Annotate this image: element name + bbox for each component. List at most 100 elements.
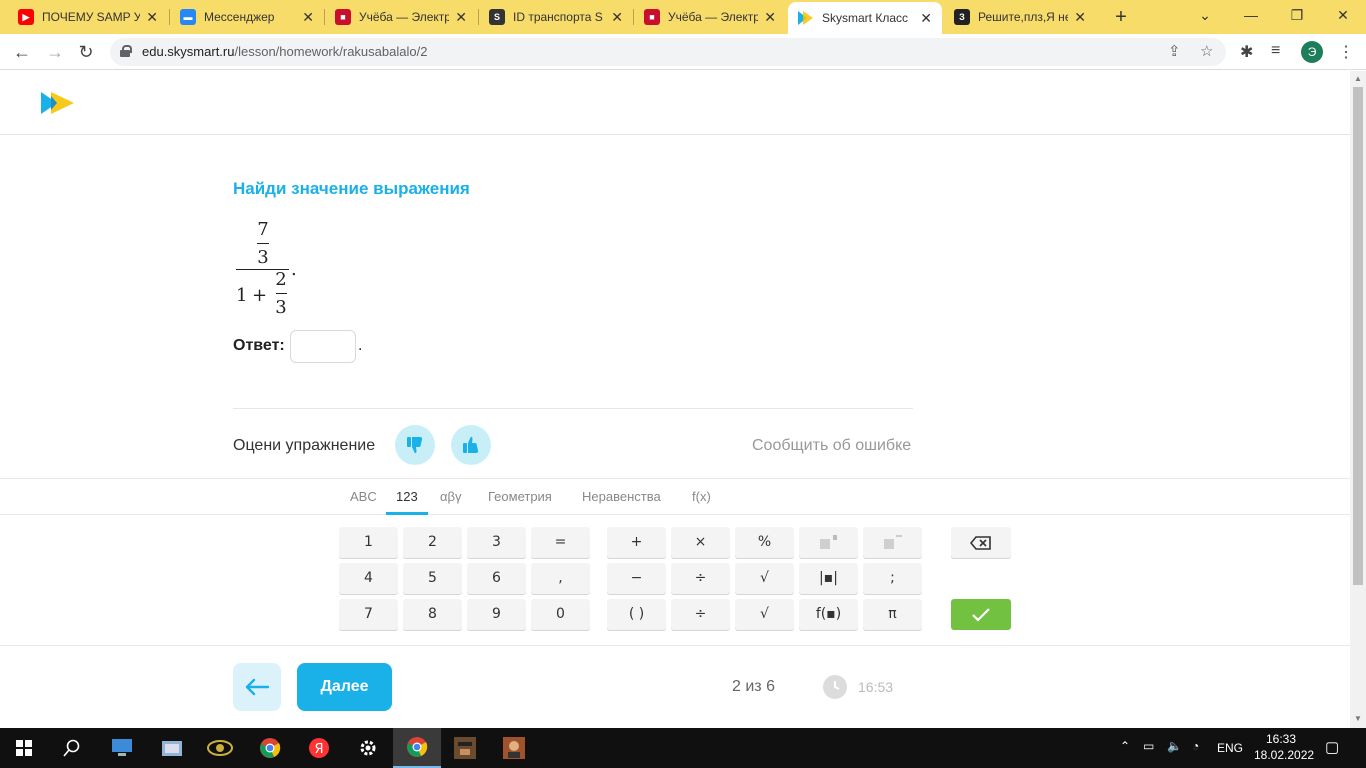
key-minus[interactable]: − (607, 563, 666, 594)
key-sqrt[interactable]: √ (735, 563, 794, 594)
backspace-button[interactable] (951, 527, 1011, 558)
notifications-icon[interactable]: ▢ (1325, 738, 1339, 756)
forward-arrow-icon[interactable]: → (43, 40, 67, 64)
kb-tab-inequalities[interactable]: Неравенства (582, 489, 661, 504)
browser-tab-4[interactable]: S ID транспорта S ✕ (479, 0, 633, 34)
key-multiply[interactable]: × (671, 527, 730, 558)
key-function[interactable]: f(▪) (799, 599, 858, 630)
start-windows-icon[interactable] (0, 728, 48, 768)
prev-task-button[interactable] (233, 663, 281, 711)
key-5[interactable]: 5 (403, 563, 462, 594)
game-app-icon[interactable] (441, 728, 489, 768)
key-6[interactable]: 6 (467, 563, 526, 594)
close-icon[interactable]: ✕ (1074, 9, 1086, 26)
browser-tab-7[interactable]: З Решите,плз,Я не ✕ (944, 0, 1096, 34)
reload-icon[interactable]: ↻ (74, 40, 98, 64)
close-icon[interactable]: ✕ (455, 9, 467, 26)
back-arrow-icon[interactable]: ← (10, 40, 34, 64)
menu-kebab-icon[interactable]: ⋮ (1338, 42, 1354, 62)
volume-icon[interactable]: 🔈 (1167, 739, 1182, 753)
next-button[interactable]: Далее (297, 663, 392, 711)
kb-tab-geometry[interactable]: Геометрия (488, 489, 552, 504)
network-icon[interactable]: ▭ (1143, 739, 1154, 753)
restore-button[interactable]: ❐ (1274, 0, 1320, 30)
key-divide[interactable]: ÷ (671, 563, 730, 594)
address-bar[interactable]: edu.skysmart.ru/lesson/homework/rakusaba… (110, 38, 1226, 66)
messenger-icon: ▬ (180, 9, 196, 25)
wifi-icon[interactable]: ◔ (1192, 739, 1199, 753)
browser-tab-6-active[interactable]: Skysmart Класс ✕ (788, 2, 942, 34)
thumbs-down-button[interactable] (395, 425, 435, 465)
thumbs-up-button[interactable] (451, 425, 491, 465)
key-8[interactable]: 8 (403, 599, 462, 630)
yandex-browser-icon[interactable]: Я (295, 728, 343, 768)
key-1[interactable]: 1 (339, 527, 398, 558)
bookmark-star-icon[interactable]: ☆ (1200, 42, 1213, 60)
key-pi[interactable]: π (863, 599, 922, 630)
windows-taskbar: Я ⌃ ▭ 🔈 ◔ ENG 16:33 18.02.2022 ▢ (0, 728, 1366, 768)
key-square[interactable] (799, 527, 858, 558)
key-parentheses[interactable]: ( ) (607, 599, 666, 630)
scroll-down-icon[interactable]: ▼ (1354, 714, 1362, 723)
media-queue-icon[interactable]: ≡ (1271, 42, 1280, 60)
profile-avatar[interactable]: Э (1301, 41, 1323, 63)
close-icon[interactable]: ✕ (146, 9, 158, 26)
game-app-icon-2[interactable] (490, 728, 538, 768)
file-explorer-icon[interactable] (148, 728, 196, 768)
site-header (0, 71, 1350, 135)
key-2[interactable]: 2 (403, 527, 462, 558)
key-comma[interactable]: , (531, 563, 590, 594)
key-power[interactable] (863, 527, 922, 558)
chrome-icon[interactable] (246, 728, 294, 768)
report-error-link[interactable]: Сообщить об ошибке (752, 437, 911, 455)
settings-gear-icon[interactable] (344, 728, 392, 768)
browser-tab-3[interactable]: ■ Учёба — Электр ✕ (325, 0, 477, 34)
kb-tab-123[interactable]: 123 (396, 489, 418, 504)
browser-tab-2[interactable]: ▬ Мессенджер ✕ (170, 0, 324, 34)
search-icon[interactable] (48, 728, 96, 768)
extensions-puzzle-icon[interactable]: ✱ (1240, 42, 1253, 62)
kb-tab-functions[interactable]: f(x) (692, 489, 711, 504)
key-3[interactable]: 3 (467, 527, 526, 558)
key-nth-root[interactable]: √ (735, 599, 794, 630)
minimize-button[interactable]: — (1228, 0, 1274, 30)
computer-icon[interactable] (98, 728, 146, 768)
chrome-active-icon[interactable] (393, 728, 441, 768)
new-tab-button[interactable]: + (1110, 6, 1132, 28)
key-percent[interactable]: % (735, 527, 794, 558)
rate-label: Оцени упражнение (233, 437, 376, 454)
kb-tab-abc[interactable]: ABC (350, 489, 377, 504)
eye-app-icon[interactable] (196, 728, 244, 768)
tray-chevron-up-icon[interactable]: ⌃ (1120, 739, 1130, 753)
answer-input[interactable] (290, 330, 356, 363)
key-abs[interactable]: |▪| (799, 563, 858, 594)
tab-search-chevron-icon[interactable]: ⌄ (1182, 0, 1228, 30)
key-0[interactable]: 0 (531, 599, 590, 630)
scroll-up-icon[interactable]: ▲ (1354, 74, 1362, 83)
key-7[interactable]: 7 (339, 599, 398, 630)
close-icon[interactable]: ✕ (920, 10, 932, 27)
page-scrollbar[interactable]: ▲ ▼ (1350, 71, 1366, 728)
window-close-button[interactable]: ✕ (1320, 0, 1366, 30)
key-9[interactable]: 9 (467, 599, 526, 630)
skysmart-logo[interactable] (41, 90, 75, 116)
key-fraction[interactable]: ÷ (671, 599, 730, 630)
close-icon[interactable]: ✕ (302, 9, 314, 26)
share-icon[interactable]: ⇪ (1168, 42, 1181, 60)
clock-date[interactable]: 18.02.2022 (1254, 748, 1314, 762)
language-indicator[interactable]: ENG (1217, 741, 1243, 755)
square-power-icon (819, 535, 837, 549)
key-plus[interactable]: + (607, 527, 666, 558)
submit-answer-button[interactable] (951, 599, 1011, 630)
key-semicolon[interactable]: ; (863, 563, 922, 594)
clock-time[interactable]: 16:33 (1266, 732, 1296, 746)
url-text[interactable]: edu.skysmart.ru/lesson/homework/rakusaba… (142, 44, 427, 59)
scrollbar-thumb[interactable] (1353, 87, 1363, 585)
close-icon[interactable]: ✕ (764, 9, 776, 26)
close-icon[interactable]: ✕ (611, 9, 623, 26)
key-4[interactable]: 4 (339, 563, 398, 594)
browser-tab-1[interactable]: ▶ ПОЧЕМУ SAMP У ✕ (8, 0, 168, 34)
kb-tab-greek[interactable]: αβγ (440, 489, 462, 504)
browser-tab-5[interactable]: ■ Учёба — Электр ✕ (634, 0, 786, 34)
key-equals[interactable]: = (531, 527, 590, 558)
